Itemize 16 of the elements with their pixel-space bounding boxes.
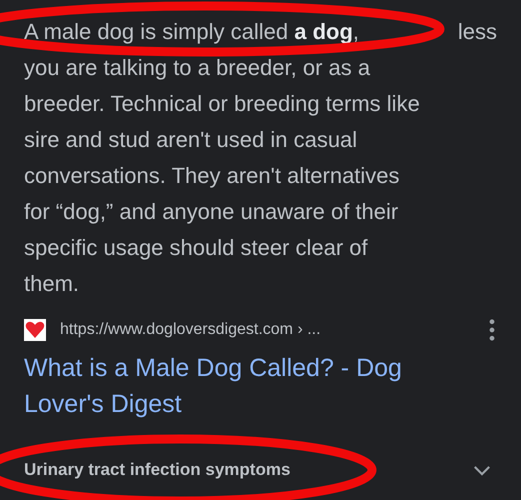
snippet-text: conversations. They aren't alternatives (24, 163, 400, 189)
snippet-text: sire and stud aren't used in casual (24, 127, 358, 153)
chevron-icon[interactable] (473, 464, 491, 476)
snippet-text: them. (24, 271, 80, 297)
related-question[interactable]: Urinary tract infection symptoms (24, 460, 290, 480)
heart-icon (24, 319, 46, 341)
result-title-link[interactable]: What is a Male Dog Called? - Dog (24, 354, 402, 382)
snippet-text: A male dog is simply called a dog, (24, 19, 360, 45)
more-icon[interactable] (489, 319, 495, 341)
snippet-text: specific usage should steer clear of (24, 235, 368, 261)
result-url[interactable]: https://www.dogloversdigest.com › ... (60, 321, 321, 339)
snippet-text: you are talking to a breeder, or as a (24, 55, 370, 81)
snippet-text: less (458, 19, 497, 45)
result-title-link[interactable]: Lover's Digest (24, 390, 182, 418)
snippet-text: breeder. Technical or breeding terms like (24, 91, 420, 117)
snippet-text: for “dog,” and anyone unaware of their (24, 199, 398, 225)
